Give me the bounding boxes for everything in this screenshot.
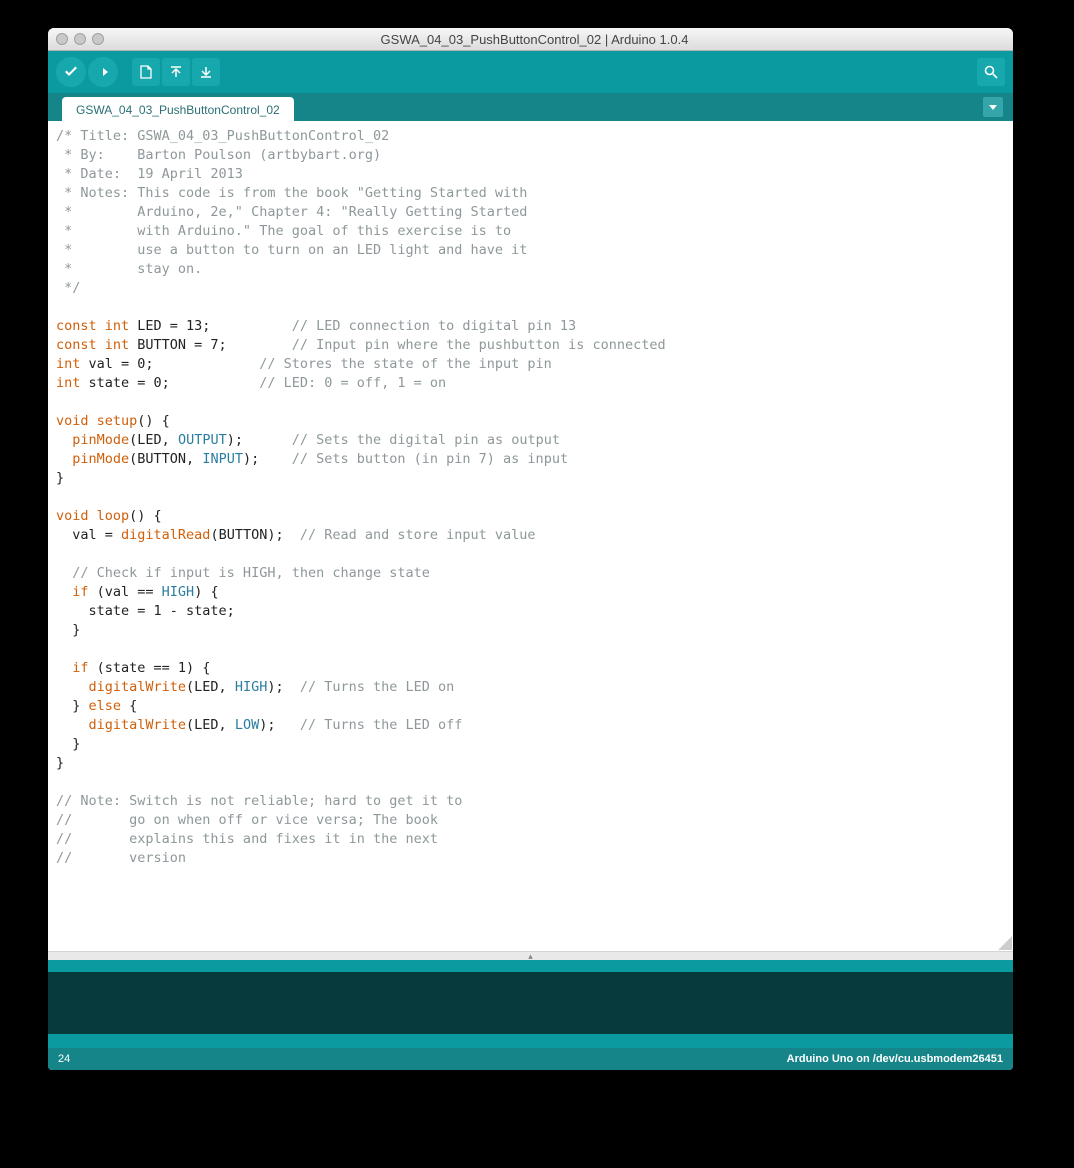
status-bar: 24 Arduino Uno on /dev/cu.usbmodem26451 — [48, 1048, 1013, 1070]
titlebar: GSWA_04_03_PushButtonControl_02 | Arduin… — [48, 28, 1013, 51]
tab-bar: GSWA_04_03_PushButtonControl_02 — [48, 93, 1013, 121]
board-port-label: Arduino Uno on /dev/cu.usbmodem26451 — [787, 1053, 1003, 1065]
splitter-handle[interactable]: ▴ — [48, 951, 1013, 960]
tab-label: GSWA_04_03_PushButtonControl_02 — [76, 103, 280, 117]
tab-menu-button[interactable] — [983, 97, 1003, 117]
console-output[interactable] — [48, 972, 1013, 1034]
tab-active[interactable]: GSWA_04_03_PushButtonControl_02 — [62, 97, 294, 121]
new-button[interactable] — [132, 58, 160, 86]
console-area — [48, 960, 1013, 1048]
resize-handle-icon[interactable] — [998, 936, 1012, 950]
verify-button[interactable] — [56, 57, 86, 87]
upload-button[interactable] — [88, 57, 118, 87]
code-editor[interactable]: /* Title: GSWA_04_03_PushButtonControl_0… — [48, 121, 1013, 951]
serial-monitor-button[interactable] — [977, 58, 1005, 86]
toolbar — [48, 51, 1013, 93]
save-button[interactable] — [192, 58, 220, 86]
arduino-ide-window: GSWA_04_03_PushButtonControl_02 | Arduin… — [48, 28, 1013, 1070]
window-title: GSWA_04_03_PushButtonControl_02 | Arduin… — [64, 32, 1005, 47]
cursor-line: 24 — [58, 1053, 70, 1065]
open-button[interactable] — [162, 58, 190, 86]
